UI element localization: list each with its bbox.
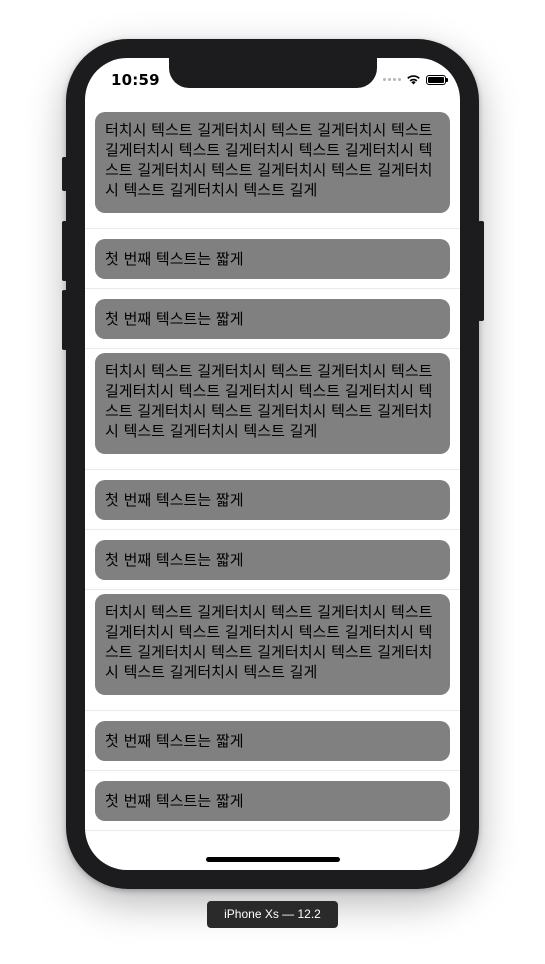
table-row[interactable]: 첫 번째 텍스트는 짧게 [85,470,460,530]
home-indicator[interactable] [206,857,340,862]
status-indicators [383,74,448,85]
short-text-cell[interactable]: 첫 번째 텍스트는 짧게 [95,239,450,279]
signal-dots-icon [383,78,401,81]
table-row[interactable]: 터치시 텍스트 길게터치시 텍스트 길게터치시 텍스트 길게터치시 텍스트 길게… [85,349,460,470]
table-row[interactable]: 터치시 텍스트 길게터치시 텍스트 길게터치시 텍스트 길게터치시 텍스트 길게… [85,108,460,229]
notch [169,58,377,88]
long-text-cell[interactable]: 터치시 텍스트 길게터치시 텍스트 길게터치시 텍스트 길게터치시 텍스트 길게… [95,353,450,454]
short-text-cell[interactable]: 첫 번째 텍스트는 짧게 [95,480,450,520]
wifi-icon [407,75,420,85]
short-text-cell[interactable]: 첫 번째 텍스트는 짧게 [95,721,450,761]
long-text-cell[interactable]: 터치시 텍스트 길게터치시 텍스트 길게터치시 텍스트 길게터치시 텍스트 길게… [95,112,450,213]
table-row[interactable]: 터치시 텍스트 길게터치시 텍스트 길게터치시 텍스트 길게터치시 텍스트 길게… [85,590,460,711]
power-button [478,221,484,321]
table-view[interactable]: 터치시 텍스트 길게터치시 텍스트 길게터치시 텍스트 길게터치시 텍스트 길게… [85,108,460,831]
table-row[interactable]: 첫 번째 텍스트는 짧게 [85,289,460,349]
short-text-cell[interactable]: 첫 번째 텍스트는 짧게 [95,781,450,821]
long-text-cell[interactable]: 터치시 텍스트 길게터치시 텍스트 길게터치시 텍스트 길게터치시 텍스트 길게… [95,594,450,695]
device-screen: 10:59 터치시 텍스트 길게터치시 텍스트 길게터치시 텍스트 길게터치시 … [85,58,460,870]
table-row[interactable]: 첫 번째 텍스트는 짧게 [85,530,460,590]
table-row[interactable]: 첫 번째 텍스트는 짧게 [85,711,460,771]
volume-down-button [62,290,67,350]
volume-up-button [62,221,67,281]
mute-switch [62,157,67,191]
battery-icon [426,74,448,85]
short-text-cell[interactable]: 첫 번째 텍스트는 짧게 [95,540,450,580]
simulator-device-label: iPhone Xs — 12.2 [207,901,338,928]
short-text-cell[interactable]: 첫 번째 텍스트는 짧게 [95,299,450,339]
table-row[interactable]: 첫 번째 텍스트는 짧게 [85,229,460,289]
status-time: 10:59 [111,71,160,89]
table-row[interactable]: 첫 번째 텍스트는 짧게 [85,771,460,831]
